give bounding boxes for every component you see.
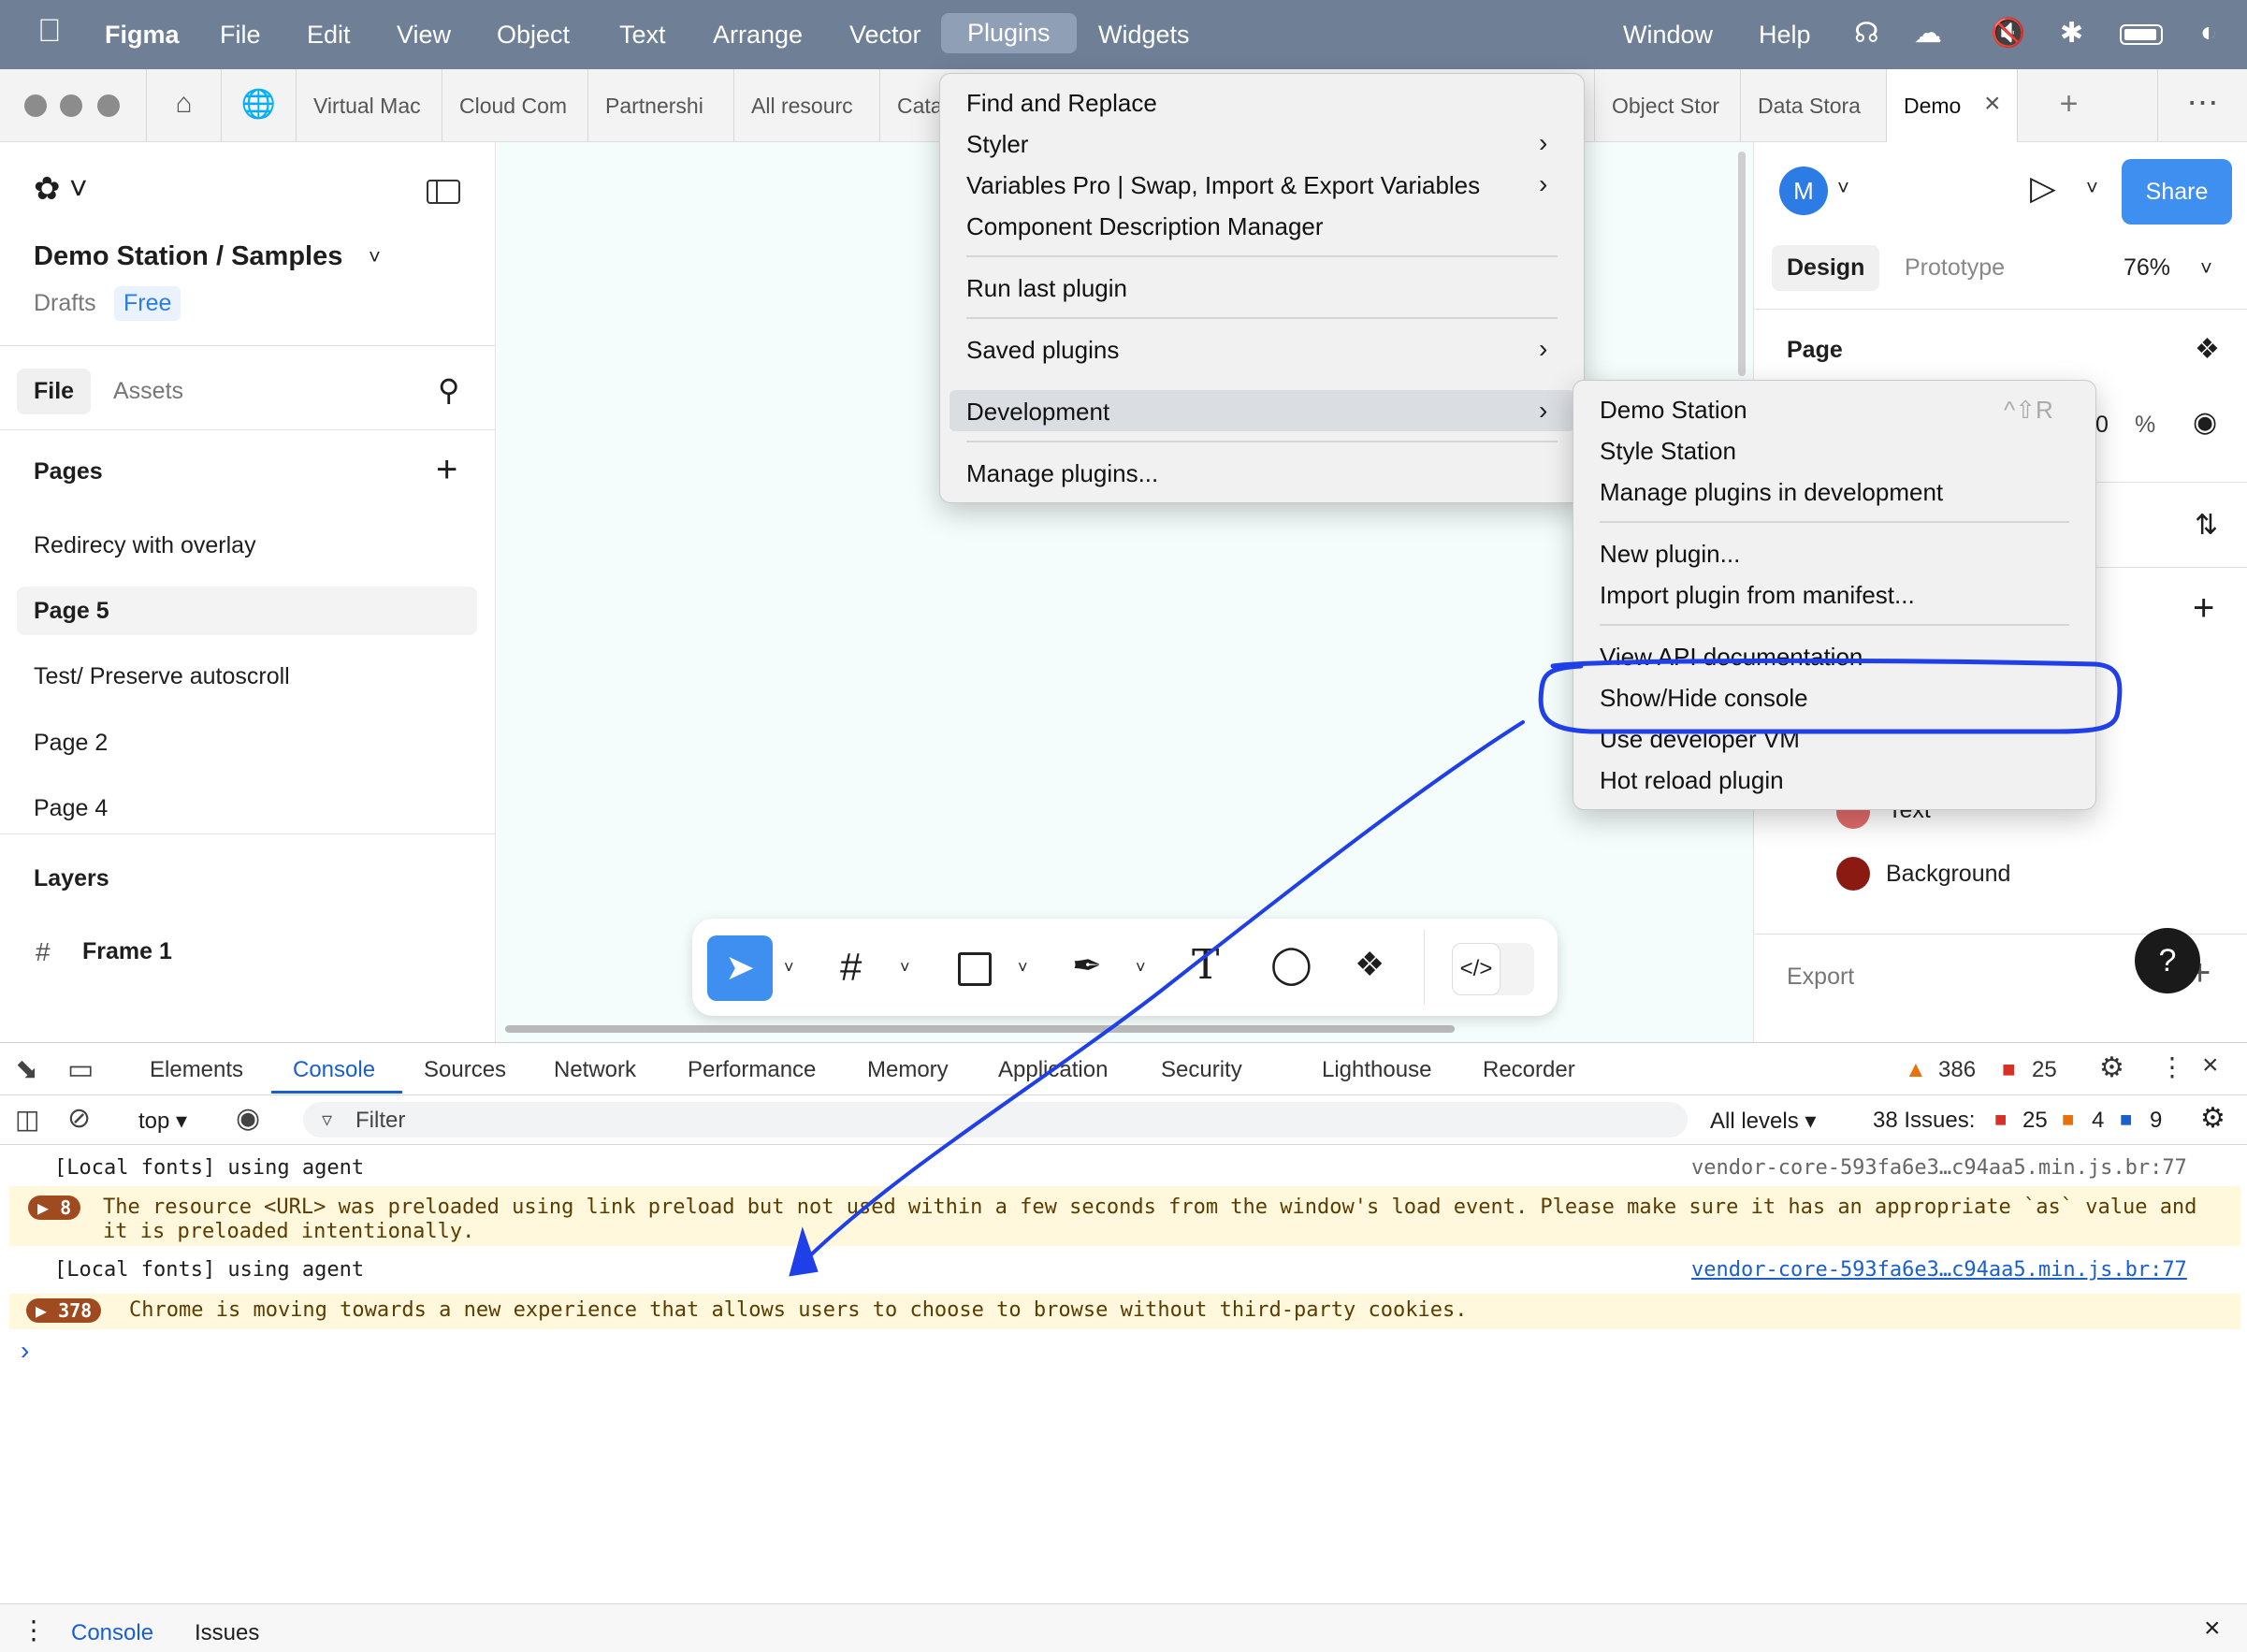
highlight-circle bbox=[1538, 658, 2123, 734]
annotation-arrow bbox=[801, 720, 1525, 1265]
annotation-overlay bbox=[789, 658, 2123, 1277]
